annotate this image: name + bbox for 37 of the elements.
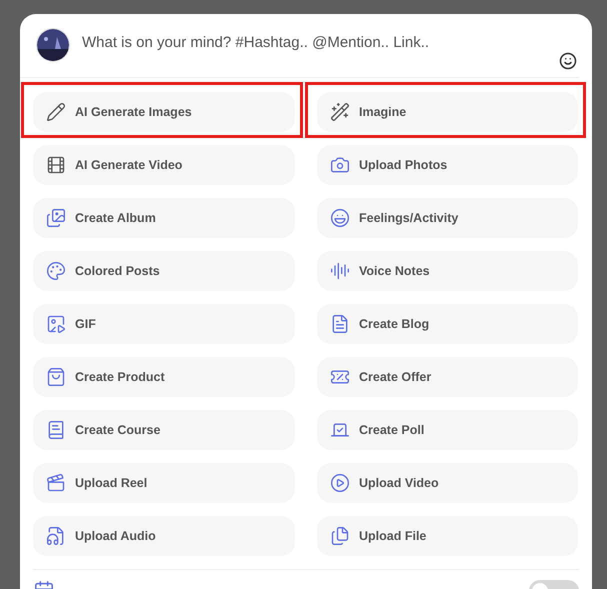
avatar [36, 28, 70, 62]
post-action-button[interactable]: Upload Audio [33, 516, 295, 556]
post-action-button[interactable]: Create Poll [317, 410, 578, 450]
post-action-button[interactable]: Create Blog [317, 304, 578, 344]
sound-wave-icon [330, 261, 350, 281]
post-action-button[interactable]: Voice Notes [317, 251, 578, 291]
post-action-button[interactable]: GIF [33, 304, 295, 344]
post-input-field[interactable]: What is on your mind? #Hashtag.. @Mention.. Link.. [82, 34, 547, 51]
magic-wand-icon [330, 102, 350, 122]
camera-icon [330, 155, 350, 175]
post-action-button[interactable]: Upload Reel [33, 463, 295, 503]
images-icon [46, 208, 66, 228]
book-icon [46, 420, 66, 440]
post-action-button[interactable]: Upload Video [317, 463, 578, 503]
film-icon [46, 155, 66, 175]
post-action-button[interactable]: Imagine [317, 92, 578, 132]
smiley-icon [330, 208, 350, 228]
play-circle-icon [330, 473, 350, 493]
post-action-button[interactable]: Colored Posts [33, 251, 295, 291]
emoji-icon[interactable] [559, 52, 577, 70]
palette-icon [46, 261, 66, 281]
post-action-button[interactable]: Upload Photos [317, 145, 578, 185]
post-action-button[interactable]: Create Course [33, 410, 295, 450]
animated-image-icon [46, 314, 66, 334]
post-action-button[interactable]: Upload File [317, 516, 578, 556]
post-action-button[interactable]: Create Product [33, 357, 295, 397]
audio-file-icon [46, 526, 66, 546]
post-action-button[interactable]: Create Offer [317, 357, 578, 397]
post-action-button[interactable]: Feelings/Activity [317, 198, 578, 238]
document-icon [330, 314, 350, 334]
clapperboard-icon [46, 473, 66, 493]
post-action-button[interactable]: AI Generate Images [33, 92, 295, 132]
post-action-button[interactable]: Create Album [33, 198, 295, 238]
shopping-bag-icon [46, 367, 66, 387]
pencil-icon [46, 102, 66, 122]
files-icon [330, 526, 350, 546]
post-action-button[interactable]: AI Generate Video [33, 145, 295, 185]
